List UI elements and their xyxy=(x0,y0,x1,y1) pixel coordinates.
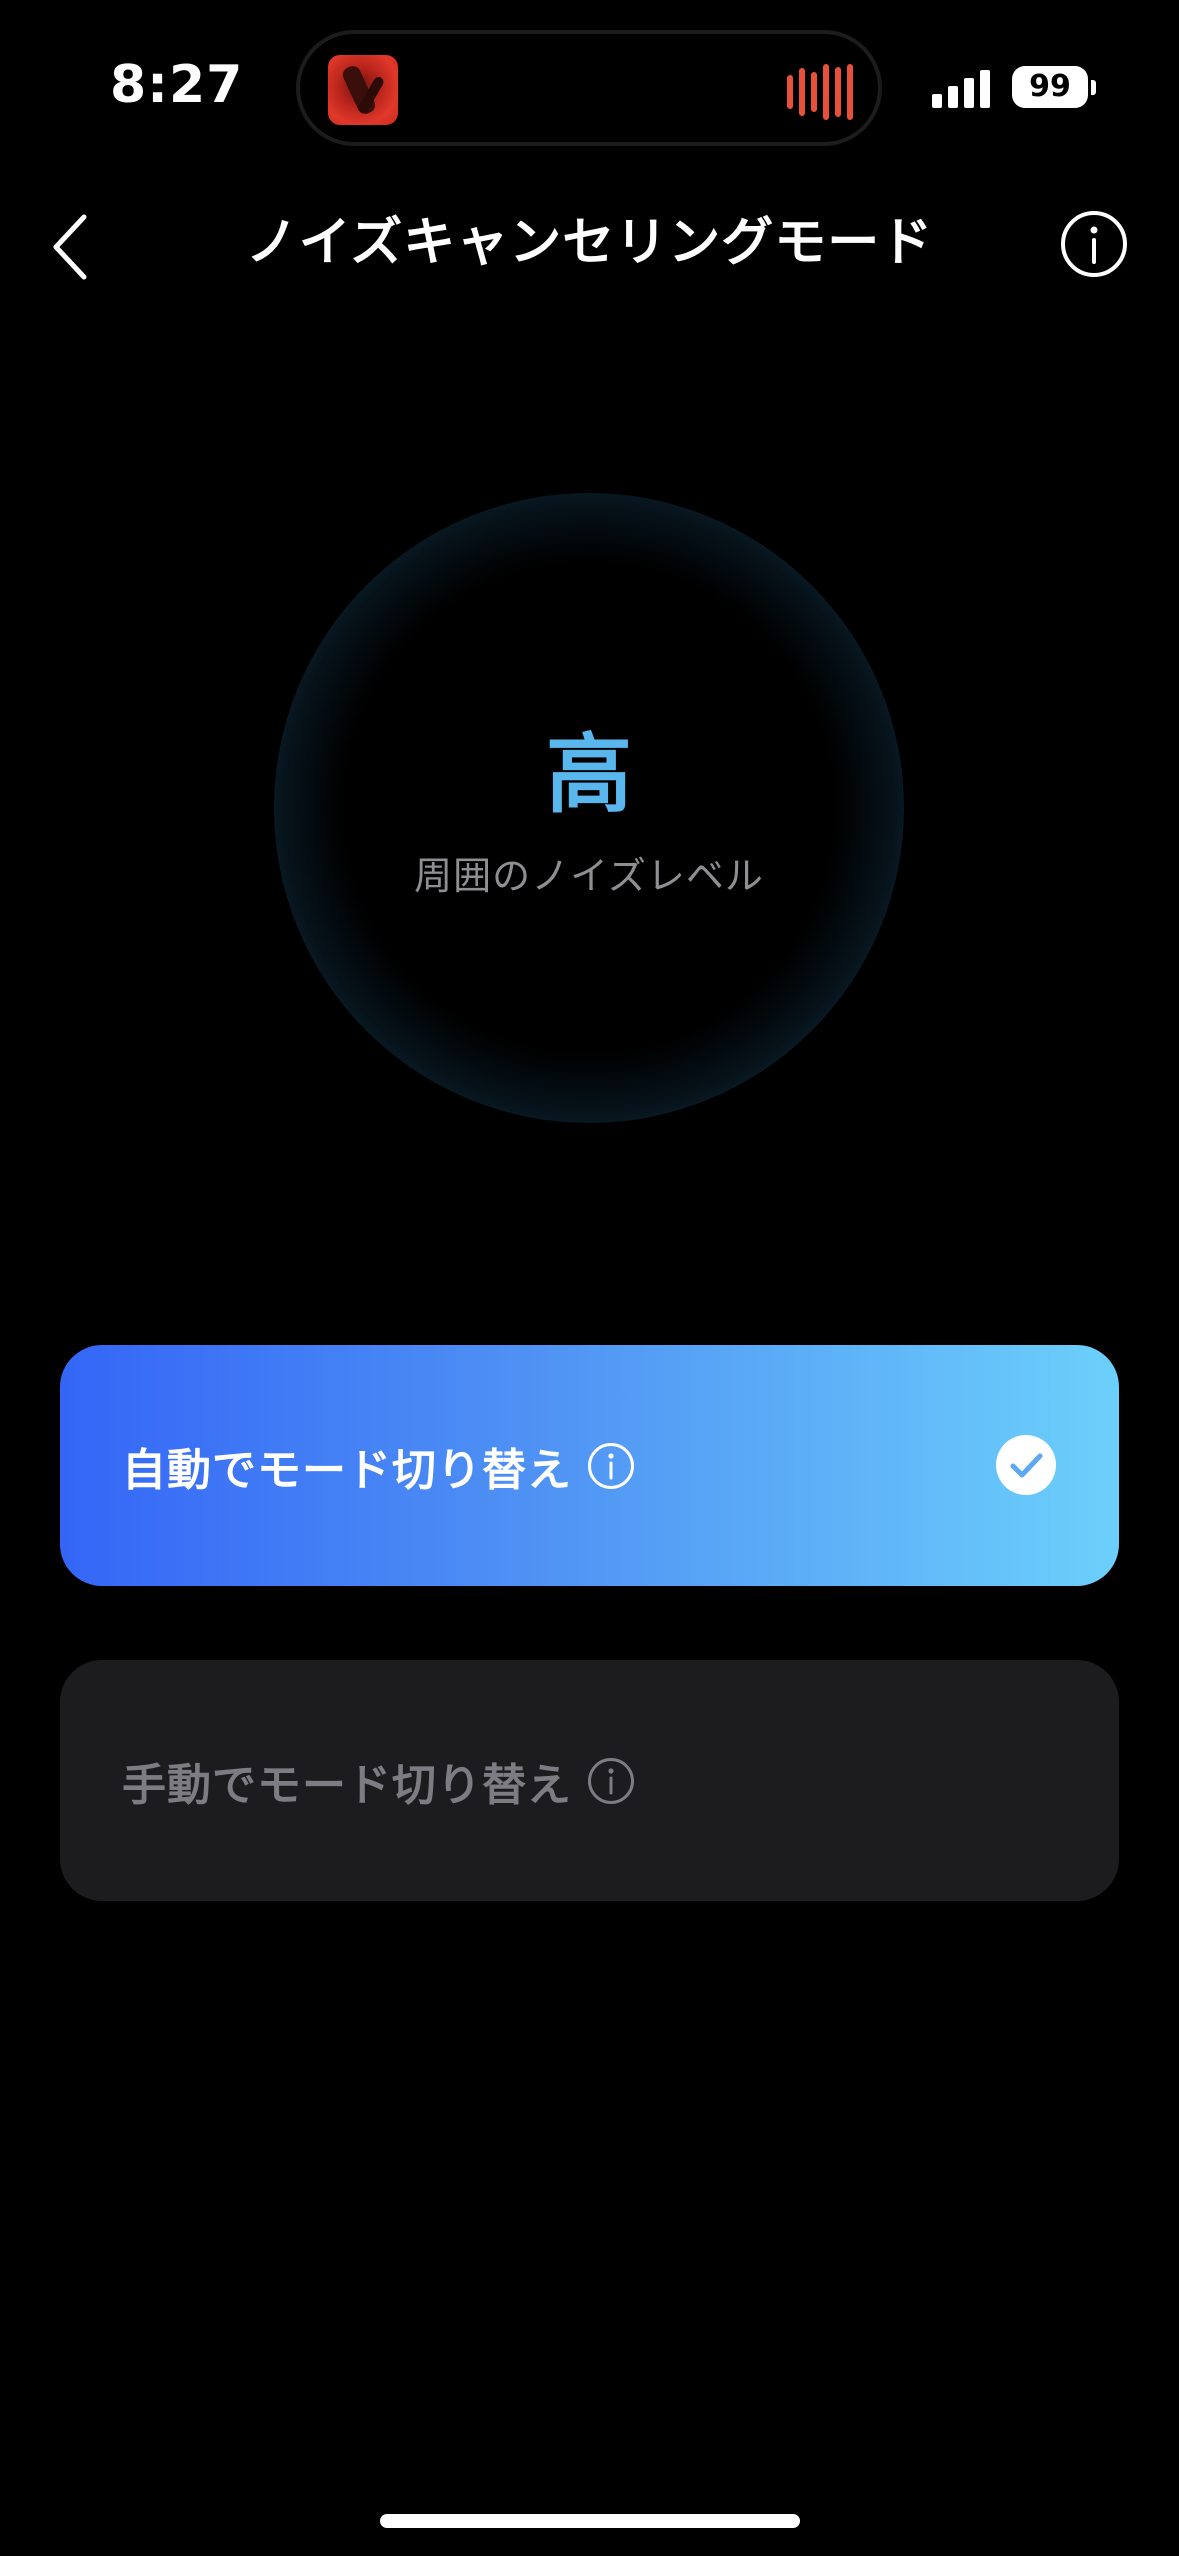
info-icon xyxy=(1061,211,1127,277)
status-time: 8:27 xyxy=(110,55,244,115)
cellular-signal-icon xyxy=(932,68,990,108)
auto-mode-label: 自動でモード切り替え xyxy=(122,1444,572,1496)
manual-mode-label: 手動でモード切り替え xyxy=(122,1759,572,1811)
battery-tip xyxy=(1091,80,1096,95)
battery-indicator: 99 xyxy=(1012,66,1088,108)
audio-waveform-icon xyxy=(787,64,853,120)
noise-level-indicator: 高 周囲のノイズレベル xyxy=(274,493,904,1123)
dynamic-island[interactable] xyxy=(296,30,882,146)
noise-level-caption: 周囲のノイズレベル xyxy=(414,854,764,898)
chevron-left-icon xyxy=(53,214,87,280)
info-button[interactable] xyxy=(1060,210,1128,278)
page-title: ノイズキャンセリングモード xyxy=(245,213,934,273)
auto-mode-switch-option[interactable]: 自動でモード切り替え xyxy=(60,1345,1119,1586)
selected-check-icon xyxy=(996,1435,1056,1495)
noise-level-value: 高 xyxy=(546,725,632,825)
info-icon[interactable] xyxy=(587,1757,635,1805)
back-button[interactable] xyxy=(40,205,110,285)
home-indicator[interactable] xyxy=(380,2514,800,2528)
now-playing-album-art[interactable] xyxy=(328,55,398,125)
manual-mode-switch-option[interactable]: 手動でモード切り替え xyxy=(60,1660,1119,1901)
info-icon[interactable] xyxy=(587,1442,635,1490)
